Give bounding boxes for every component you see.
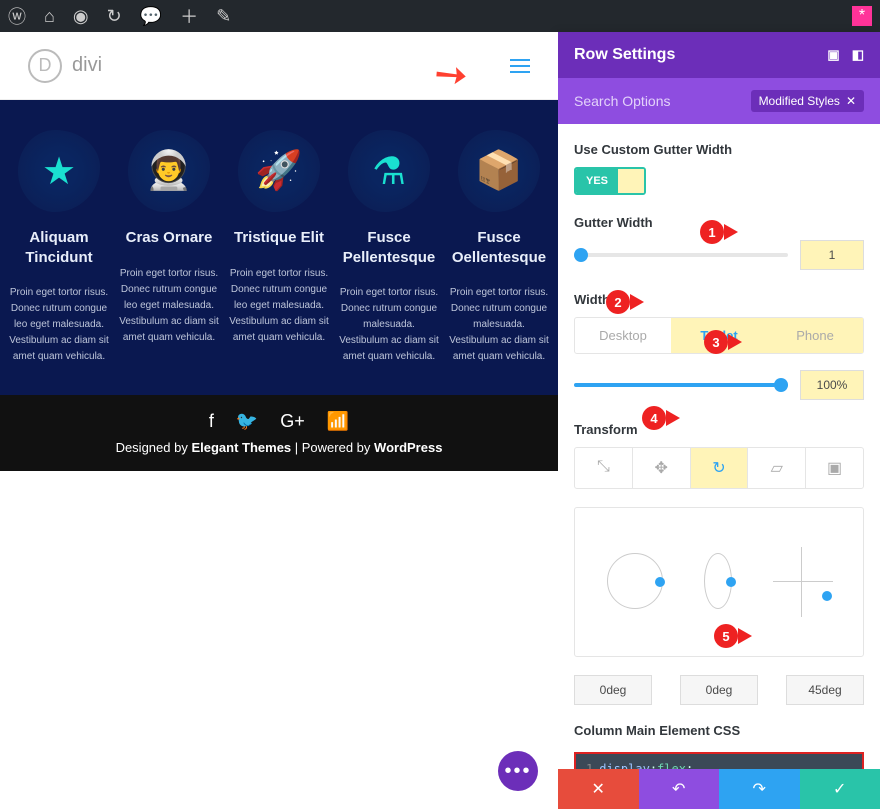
rss-icon[interactable]: 📶 [327, 411, 349, 432]
gutter-width-label: Gutter Width [574, 215, 864, 230]
feature-icon: 🚀 [238, 130, 320, 212]
translate-icon[interactable]: ✥ [633, 448, 691, 488]
site-header: D divi [0, 32, 558, 100]
divi-asterisk-icon[interactable]: * [852, 6, 872, 26]
comment-icon[interactable]: 💬 [140, 6, 162, 27]
card-title: Fusce Pellentesque [336, 228, 442, 267]
wp-admin-bar: ⓦ ⌂ ◉ ↻ 💬 ＋ ✎ * [0, 0, 880, 32]
footer-wp[interactable]: WordPress [374, 440, 442, 455]
card-title: Cras Ornare [116, 228, 222, 248]
css-code-input[interactable]: 1display:flex; 2justify-content: center;… [574, 752, 864, 769]
hero-section: ➘ ★ Aliquam Tincidunt Proin eget tortor … [0, 100, 558, 395]
save-button[interactable]: ✓ [800, 769, 880, 809]
card-title: Fusce Oellentesque [446, 228, 552, 267]
device-tabs: Desktop Tablet Phone [574, 317, 864, 354]
twitter-icon[interactable]: 🐦 [236, 411, 258, 432]
modified-styles-label: Modified Styles [759, 94, 840, 108]
modified-styles-filter[interactable]: Modified Styles ✕ [751, 90, 864, 112]
transform-label: Transform [574, 422, 864, 437]
card-body2: Vestibulum ac diam sit amet quam vehicul… [446, 333, 552, 365]
tab-phone[interactable]: Phone [767, 318, 863, 353]
feature-card: ⚗ Fusce Pellentesque Proin eget tortor r… [336, 130, 442, 365]
refresh-icon[interactable]: ↻ [107, 6, 122, 27]
rotate-z-input[interactable]: 45deg [786, 675, 864, 705]
feature-icon: 📦 [458, 130, 540, 212]
toggle-value: YES [576, 169, 618, 193]
rotate-y-input[interactable]: 0deg [680, 675, 758, 705]
dashboard-icon[interactable]: ◉ [73, 6, 89, 27]
transform-visual[interactable] [574, 507, 864, 657]
feature-card: ★ Aliquam Tincidunt Proin eget tortor ri… [6, 130, 112, 365]
feature-card: 📦 Fusce Oellentesque Proin eget tortor r… [446, 130, 552, 365]
social-icons: f 🐦 G+ 📶 [16, 411, 542, 432]
feature-icon: 👨‍🚀 [128, 130, 210, 212]
settings-panel: Row Settings ▣ ◧ Search Options Modified… [558, 32, 880, 809]
width-label: Width [574, 292, 864, 307]
gutter-value-input[interactable]: 1 [800, 240, 864, 270]
rotate-x-input[interactable]: 0deg [574, 675, 652, 705]
footer-sep: | Powered by [291, 440, 374, 455]
facebook-icon[interactable]: f [209, 411, 214, 432]
panel-action-bar: ✕ ↶ ↷ ✓ [558, 769, 880, 809]
dock-icon[interactable]: ◧ [852, 47, 864, 63]
gutter-toggle-label: Use Custom Gutter Width [574, 142, 864, 157]
width-slider[interactable] [574, 383, 788, 387]
feature-icon: ⚗ [348, 130, 430, 212]
redo-button[interactable]: ↷ [719, 769, 800, 809]
logo-text: divi [72, 54, 102, 77]
card-body: Proin eget tortor risus. Donec rutrum co… [116, 266, 222, 314]
discard-button[interactable]: ✕ [558, 769, 639, 809]
card-body2: Vestibulum ac diam sit amet quam vehicul… [336, 333, 442, 365]
site-footer: f 🐦 G+ 📶 Designed by Elegant Themes | Po… [0, 395, 558, 471]
card-body2: Vestibulum ac diam sit amet quam vehicul… [226, 314, 332, 346]
card-body: Proin eget tortor risus. Donec rutrum co… [336, 285, 442, 333]
card-body: Proin eget tortor risus. Donec rutrum co… [446, 285, 552, 333]
toggle-knob [618, 169, 644, 193]
feature-icon: ★ [18, 130, 100, 212]
card-body2: Vestibulum ac diam sit amet quam vehicul… [6, 333, 112, 365]
scale-icon[interactable]: ⤡ [575, 448, 633, 488]
undo-button[interactable]: ↶ [639, 769, 720, 809]
card-title: Aliquam Tincidunt [6, 228, 112, 267]
site-icon[interactable]: ⌂ [44, 6, 55, 27]
page-preview: D divi ➘ ★ Aliquam Tincidunt Proin eget … [0, 32, 558, 809]
edit-icon[interactable]: ✎ [216, 6, 231, 27]
skew-icon[interactable]: ▱ [748, 448, 806, 488]
gutter-toggle[interactable]: YES [574, 167, 646, 195]
panel-title: Row Settings [574, 46, 675, 64]
origin-icon[interactable]: ▣ [806, 448, 863, 488]
card-title: Tristique Elit [226, 228, 332, 248]
transform-type-tabs: ⤡ ✥ ↻ ▱ ▣ [574, 447, 864, 489]
card-body: Proin eget tortor risus. Donec rutrum co… [226, 266, 332, 314]
rotate-icon[interactable]: ↻ [691, 448, 749, 488]
footer-elegant[interactable]: Elegant Themes [191, 440, 291, 455]
fullscreen-icon[interactable]: ▣ [827, 47, 839, 63]
panel-header: Row Settings ▣ ◧ [558, 32, 880, 78]
add-new-icon[interactable]: ＋ [180, 3, 198, 29]
gutter-slider[interactable] [574, 253, 788, 257]
mobile-menu-icon[interactable] [510, 59, 530, 73]
google-plus-icon[interactable]: G+ [280, 411, 305, 432]
panel-search-bar: Search Options Modified Styles ✕ [558, 78, 880, 124]
card-body: Proin eget tortor risus. Donec rutrum co… [6, 285, 112, 333]
wordpress-icon[interactable]: ⓦ [8, 3, 26, 29]
site-logo[interactable]: D divi [28, 49, 102, 83]
css-label: Column Main Element CSS [574, 723, 864, 738]
builder-fab-icon[interactable]: ••• [498, 751, 538, 791]
tab-tablet[interactable]: Tablet [671, 318, 767, 353]
feature-card: 🚀 Tristique Elit Proin eget tortor risus… [226, 130, 332, 365]
tab-desktop[interactable]: Desktop [575, 318, 671, 353]
card-body2: Vestibulum ac diam sit amet quam vehicul… [116, 314, 222, 346]
footer-text: Designed by [116, 440, 192, 455]
logo-mark: D [28, 49, 62, 83]
search-options-input[interactable]: Search Options [574, 93, 671, 109]
feature-card: 👨‍🚀 Cras Ornare Proin eget tortor risus.… [116, 130, 222, 365]
close-icon[interactable]: ✕ [846, 94, 856, 108]
panel-body: Use Custom Gutter Width YES Gutter Width… [558, 124, 880, 769]
width-value-input[interactable]: 100% [800, 370, 864, 400]
